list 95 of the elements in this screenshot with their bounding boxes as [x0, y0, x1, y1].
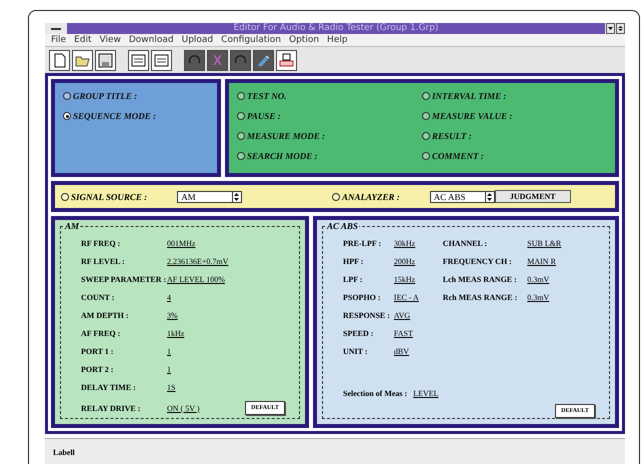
- radio-button[interactable]: [422, 92, 430, 100]
- radio-button[interactable]: [63, 112, 71, 120]
- field-label: Selection of Meas :: [343, 389, 408, 398]
- restore-icon[interactable]: [616, 23, 625, 34]
- option-label: COMMENT :: [432, 151, 484, 161]
- menu-item[interactable]: Help: [323, 35, 352, 45]
- field-value[interactable]: 4: [167, 293, 171, 302]
- menu-item[interactable]: File: [47, 35, 70, 45]
- field-label: RF LEVEL :: [81, 257, 126, 266]
- document-icon[interactable]: [128, 50, 149, 70]
- radio-button[interactable]: [237, 152, 245, 160]
- field-label: PSOPHO :: [343, 293, 382, 302]
- option-label: PAUSE :: [247, 111, 281, 121]
- option-label: MEASURE MODE :: [247, 131, 326, 141]
- field-value[interactable]: 3%: [167, 311, 178, 320]
- option-label: INTERVAL TIME :: [432, 91, 506, 101]
- field-label: RELAY DRIVE :: [81, 404, 142, 412]
- group-title: AM: [64, 221, 80, 231]
- field-label: UNIT :: [343, 347, 369, 356]
- radio-button[interactable]: [63, 92, 71, 100]
- status-label: Labell: [53, 448, 75, 456]
- field-label: Lch MEAS RANGE :: [442, 275, 518, 284]
- field-value[interactable]: 1S: [167, 383, 176, 392]
- field-value[interactable]: 200Hz: [394, 257, 416, 266]
- option-label: MEASURE VALUE :: [432, 111, 512, 121]
- option-label: SIGNAL SOURCE :: [71, 192, 148, 202]
- field-label: AM DEPTH :: [81, 311, 130, 320]
- field-value[interactable]: IEC - A: [394, 293, 419, 302]
- radio-button[interactable]: [422, 132, 430, 140]
- folder-icon[interactable]: [72, 50, 93, 70]
- minimize-icon[interactable]: [606, 23, 615, 34]
- field-value[interactable]: 1kHz: [167, 329, 184, 338]
- field-value[interactable]: 0.3mV: [527, 275, 550, 284]
- option-label: SEARCH MODE :: [247, 151, 318, 161]
- save-icon[interactable]: [95, 50, 116, 70]
- option-label: ANALAYZER :: [342, 192, 400, 202]
- field-value[interactable]: MAIN R: [527, 257, 556, 266]
- judgment-button[interactable]: JUDGMENT: [494, 190, 571, 203]
- field-label: AF FREQ :: [81, 329, 122, 338]
- radio-button[interactable]: [237, 112, 245, 120]
- menu-item[interactable]: View: [96, 35, 125, 45]
- radio-button[interactable]: [61, 192, 69, 200]
- field-label: SWEEP PARAMETER :: [81, 275, 167, 284]
- system-menu-icon[interactable]: [45, 23, 67, 34]
- field-value[interactable]: LEVEL: [413, 389, 439, 398]
- field-label: PORT 2 :: [81, 365, 114, 374]
- option-label: GROUP TITLE :: [73, 91, 138, 101]
- field-label: DELAY TIME :: [81, 383, 137, 392]
- field-label: CHANNEL :: [442, 239, 488, 248]
- scissors-icon[interactable]: [207, 50, 228, 70]
- new-file-icon[interactable]: [49, 50, 70, 70]
- radio-button[interactable]: [422, 152, 430, 160]
- radio-button[interactable]: [422, 112, 430, 120]
- field-value[interactable]: 30kHz: [394, 239, 416, 248]
- field-value[interactable]: FAST: [394, 329, 413, 338]
- field-value[interactable]: 0.3mV: [527, 293, 550, 302]
- group-title: AC ABS: [326, 221, 359, 231]
- field-label: SPEED :: [343, 329, 374, 338]
- field-label: RESPONSE :: [343, 311, 390, 320]
- option-label: RESULT :: [432, 131, 472, 141]
- field-value[interactable]: 1: [167, 365, 171, 374]
- printer-icon[interactable]: [276, 50, 297, 70]
- field-value[interactable]: dBV: [394, 347, 410, 356]
- menu-item[interactable]: Upload: [178, 35, 218, 45]
- option-label: TEST NO.: [247, 91, 287, 101]
- field-value[interactable]: AVG: [394, 311, 410, 320]
- radio-button[interactable]: [332, 192, 340, 200]
- field-label: RF FREQ :: [81, 239, 122, 248]
- menu-item[interactable]: Download: [124, 35, 178, 45]
- field-label: Rch MEAS RANGE :: [442, 293, 518, 302]
- field-value[interactable]: SUB L&R: [527, 239, 562, 248]
- option-label: SEQUENCE MODE :: [73, 111, 156, 121]
- dropdown[interactable]: AC ABS: [430, 190, 495, 202]
- spin-arrows-icon: [487, 192, 492, 200]
- field-value[interactable]: AF LEVEL 100%: [167, 275, 225, 284]
- menu-item[interactable]: Option: [285, 35, 324, 45]
- radio-button[interactable]: [237, 132, 245, 140]
- field-value[interactable]: 001MHz: [167, 239, 196, 248]
- window-title: Editor For Audio & Radio Tester (Group 1.Grp): [232, 23, 440, 34]
- field-label: PORT 1 :: [81, 347, 114, 356]
- field-value[interactable]: 15kHz: [394, 275, 416, 284]
- radio-button[interactable]: [237, 92, 245, 100]
- field-label: PRE-LPF :: [343, 239, 382, 248]
- field-label: COUNT :: [81, 293, 116, 302]
- spin-arrows-icon: [234, 192, 240, 200]
- document-icon[interactable]: [151, 50, 172, 70]
- field-label: LPF :: [343, 275, 364, 284]
- field-value[interactable]: 1: [167, 347, 171, 356]
- field-value[interactable]: ON ( 5V ): [167, 404, 200, 412]
- field-label: FREQUENCY CH :: [442, 257, 513, 266]
- field-value[interactable]: 2.236136E+0.7mV: [167, 257, 228, 266]
- dropdown[interactable]: AM: [177, 190, 242, 202]
- menu-item[interactable]: Configulation: [217, 35, 285, 45]
- field-label: HPF :: [343, 257, 364, 266]
- menu-item[interactable]: Edit: [70, 35, 96, 45]
